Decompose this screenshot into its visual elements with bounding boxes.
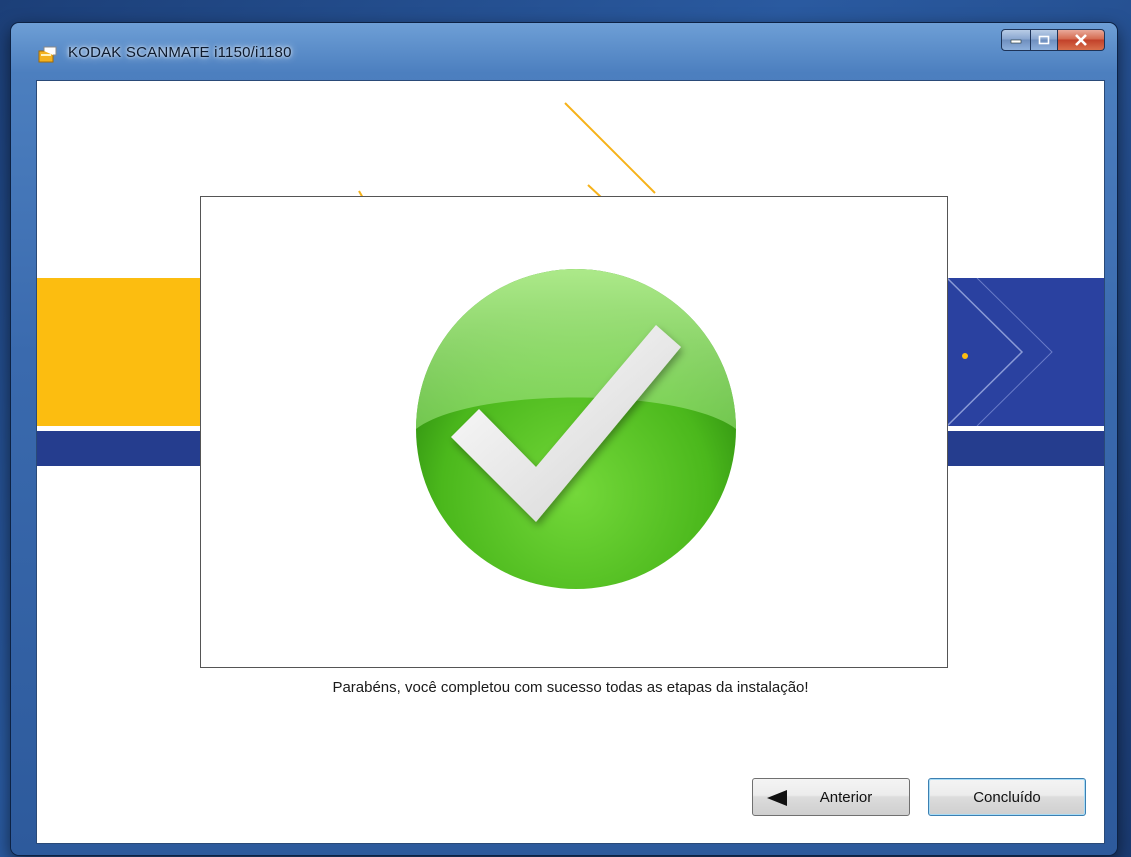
finish-button[interactable]: Concluído	[928, 778, 1086, 816]
previous-button-label: Anterior	[819, 788, 873, 806]
installer-window: KODAK SCANMATE i1150/i1180 Parabéns, voc…	[11, 23, 1117, 855]
yellow-banner-left	[37, 278, 207, 426]
success-checkmark-icon	[416, 269, 736, 589]
close-button[interactable]	[1058, 29, 1105, 51]
finish-button-label: Concluído	[973, 788, 1041, 806]
maximize-button[interactable]	[1031, 29, 1058, 51]
caption-buttons	[1001, 29, 1105, 51]
completion-message: Parabéns, você completou com sucesso tod…	[332, 679, 809, 696]
previous-button[interactable]: Anterior	[752, 778, 910, 816]
maximize-icon	[1038, 35, 1050, 45]
blue-banner-right-lower	[947, 431, 1104, 466]
window-title: KODAK SCANMATE i1150/i1180	[68, 44, 292, 61]
blue-banner-right	[947, 278, 1104, 426]
minimize-icon	[1010, 39, 1022, 44]
completion-panel	[200, 196, 948, 668]
minimize-button[interactable]	[1001, 29, 1031, 51]
blue-banner-left	[37, 431, 207, 466]
back-arrow-icon	[767, 790, 787, 806]
chevron-decoration-icon	[947, 278, 1053, 426]
wizard-content: Parabéns, você completou com sucesso tod…	[36, 80, 1105, 844]
installer-icon	[38, 46, 57, 63]
close-icon	[1075, 34, 1087, 46]
title-bar[interactable]: KODAK SCANMATE i1150/i1180	[11, 23, 1117, 78]
